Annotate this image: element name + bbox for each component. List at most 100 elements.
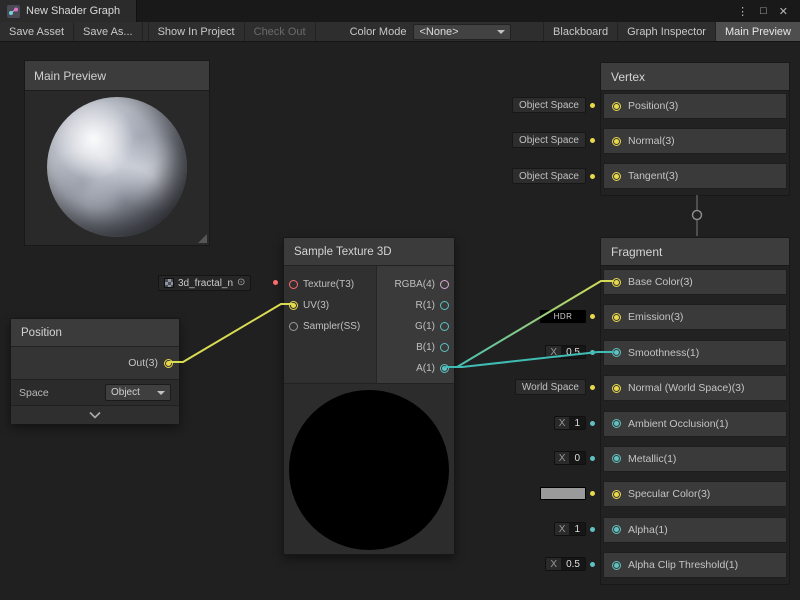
- b-output-port[interactable]: [440, 343, 449, 352]
- float-value[interactable]: 1: [569, 417, 585, 429]
- ambient-occlusion-value-widget[interactable]: X1: [554, 414, 595, 432]
- fragment-node[interactable]: Fragment Base Color(3) Emission(3) Smoot…: [600, 237, 790, 585]
- menu-icon[interactable]: ⋮: [731, 5, 754, 18]
- r-output-port[interactable]: [440, 301, 449, 310]
- uv-input-port[interactable]: [289, 301, 298, 310]
- port-row-metallic[interactable]: Metallic(1): [603, 446, 787, 472]
- float-value[interactable]: 0.5: [561, 558, 585, 570]
- vertex-node-header[interactable]: Vertex: [601, 63, 789, 91]
- space-badge[interactable]: Object Space: [512, 97, 586, 113]
- input-sampler[interactable]: Sampler(SS): [284, 316, 376, 336]
- port-row-normal[interactable]: Normal(3): [603, 128, 787, 154]
- smoothness-value-widget[interactable]: X0.5: [545, 343, 595, 361]
- ambient-occlusion-port[interactable]: [612, 419, 621, 428]
- port-row-alpha[interactable]: Alpha(1): [603, 517, 787, 543]
- normal-space-widget-fragment[interactable]: World Space: [515, 378, 595, 396]
- port-row-alpha-clip[interactable]: Alpha Clip Threshold(1): [603, 552, 787, 578]
- position-port[interactable]: [612, 102, 621, 111]
- normal-space-widget[interactable]: Object Space: [512, 131, 595, 149]
- alpha-clip-float-field[interactable]: X0.5: [545, 557, 586, 571]
- position-node-header[interactable]: Position: [11, 319, 179, 347]
- metallic-port[interactable]: [612, 454, 621, 463]
- smoothness-float-field[interactable]: X0.5: [545, 345, 586, 359]
- input-uv[interactable]: UV(3): [284, 295, 376, 315]
- texture-object-field[interactable]: 3d_fractal_n ⊙: [158, 275, 251, 291]
- metallic-value-widget[interactable]: X0: [554, 449, 595, 467]
- specular-color-port[interactable]: [612, 490, 621, 499]
- rgba-output-port[interactable]: [440, 280, 449, 289]
- port-row-tangent[interactable]: Tangent(3): [603, 163, 787, 189]
- float-value[interactable]: 0: [569, 452, 585, 464]
- fragment-node-header[interactable]: Fragment: [601, 238, 789, 266]
- normal-port[interactable]: [612, 137, 621, 146]
- input-texture[interactable]: Texture(T3): [284, 274, 376, 294]
- port-row-specular-color[interactable]: Specular Color(3): [603, 481, 787, 507]
- sample-texture-3d-header[interactable]: Sample Texture 3D: [284, 238, 454, 266]
- emission-hdr-swatch[interactable]: HDR: [540, 310, 586, 323]
- collapse-strip[interactable]: [11, 405, 179, 424]
- position-out-row[interactable]: Out(3): [11, 347, 179, 379]
- output-rgba[interactable]: RGBA(4): [377, 274, 454, 294]
- sampler-input-port[interactable]: [289, 322, 298, 331]
- out-output-port[interactable]: [164, 359, 173, 368]
- port-row-base-color[interactable]: Base Color(3): [603, 269, 787, 295]
- main-preview-header[interactable]: Main Preview: [25, 61, 209, 91]
- vertex-node[interactable]: Vertex Position(3) Normal(3) Tangent(3): [600, 62, 790, 196]
- alpha-clip-port[interactable]: [612, 561, 621, 570]
- port-row-emission[interactable]: Emission(3): [603, 304, 787, 330]
- connector-dot: [590, 138, 595, 143]
- alpha-clip-value-widget[interactable]: X0.5: [545, 555, 595, 573]
- output-a[interactable]: A(1): [377, 358, 454, 378]
- specular-color-swatch[interactable]: [540, 487, 586, 500]
- output-r[interactable]: R(1): [377, 295, 454, 315]
- normal-ws-port[interactable]: [612, 384, 621, 393]
- port-row-normal-ws[interactable]: Normal (World Space)(3): [603, 375, 787, 401]
- specular-color-value-widget[interactable]: [540, 484, 595, 502]
- save-as-button[interactable]: Save As...: [74, 22, 143, 41]
- float-value[interactable]: 1: [569, 523, 585, 535]
- space-badge[interactable]: Object Space: [512, 132, 586, 148]
- emission-port[interactable]: [612, 313, 621, 322]
- position-node[interactable]: Position Out(3) Space Object: [10, 318, 180, 424]
- tangent-port[interactable]: [612, 172, 621, 181]
- sample-texture-3d-node[interactable]: Sample Texture 3D Texture(T3) UV(3) Samp…: [283, 237, 455, 555]
- metallic-float-field[interactable]: X0: [554, 451, 586, 465]
- resize-handle[interactable]: [198, 234, 207, 243]
- float-value[interactable]: 0.5: [561, 346, 585, 358]
- a-output-port[interactable]: [440, 364, 449, 373]
- show-in-project-button[interactable]: Show In Project: [148, 22, 245, 41]
- output-g[interactable]: G(1): [377, 316, 454, 336]
- ao-float-field[interactable]: X1: [554, 416, 586, 430]
- g-output-port[interactable]: [440, 322, 449, 331]
- output-b[interactable]: B(1): [377, 337, 454, 357]
- position-space-widget[interactable]: Object Space: [512, 96, 595, 114]
- port-label: Metallic(1): [628, 453, 676, 465]
- port-label: Sampler(SS): [303, 321, 360, 332]
- alpha-port[interactable]: [612, 525, 621, 534]
- alpha-float-field[interactable]: X1: [554, 522, 586, 536]
- main-preview-button[interactable]: Main Preview: [715, 22, 800, 41]
- port-row-position[interactable]: Position(3): [603, 93, 787, 119]
- texture-input-port[interactable]: [289, 280, 298, 289]
- smoothness-port[interactable]: [612, 348, 621, 357]
- base-color-port[interactable]: [612, 278, 621, 287]
- save-asset-button[interactable]: Save Asset: [0, 22, 74, 41]
- node-title: Position: [21, 327, 62, 339]
- tangent-space-widget[interactable]: Object Space: [512, 167, 595, 185]
- emission-value-widget[interactable]: HDR: [540, 307, 595, 325]
- main-preview-panel[interactable]: Main Preview: [24, 60, 210, 246]
- alpha-value-widget[interactable]: X1: [554, 520, 595, 538]
- maximize-icon[interactable]: □: [754, 5, 773, 17]
- space-badge[interactable]: Object Space: [512, 168, 586, 184]
- port-row-smoothness[interactable]: Smoothness(1): [603, 340, 787, 366]
- port-row-ambient-occlusion[interactable]: Ambient Occlusion(1): [603, 411, 787, 437]
- space-dropdown[interactable]: Object: [105, 384, 171, 401]
- blackboard-button[interactable]: Blackboard: [543, 22, 617, 41]
- tab-new-shader-graph[interactable]: New Shader Graph: [0, 0, 137, 22]
- graph-inspector-button[interactable]: Graph Inspector: [617, 22, 715, 41]
- color-mode-dropdown[interactable]: <None>: [413, 24, 511, 40]
- close-icon[interactable]: ✕: [773, 5, 794, 18]
- object-picker-icon[interactable]: ⊙: [237, 278, 245, 288]
- space-badge[interactable]: World Space: [515, 379, 586, 395]
- graph-canvas[interactable]: Main Preview Vertex Position(3) Normal(3…: [0, 42, 800, 600]
